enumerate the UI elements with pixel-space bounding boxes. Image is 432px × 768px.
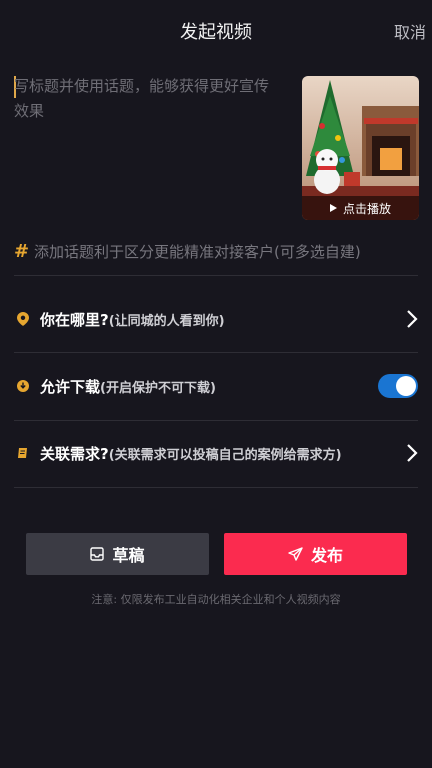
download-subtitle: (开启保护不可下载) bbox=[100, 380, 216, 396]
toggle-knob bbox=[396, 376, 416, 396]
publish-note: 注意: 仅限发布工业自动化相关企业和个人视频内容 bbox=[91, 593, 341, 606]
description-placeholder: 写标题并使用话题，能够获得更好宣传效果 bbox=[14, 77, 270, 120]
draft-button[interactable]: 草稿 bbox=[26, 533, 209, 575]
header-bar: 发起视频 取消 bbox=[0, 0, 432, 60]
download-title: 允许下载 bbox=[40, 377, 101, 396]
download-row: 允许下载 (开启保护不可下载) bbox=[14, 371, 418, 401]
send-icon bbox=[288, 547, 303, 561]
cancel-button[interactable]: 取消 bbox=[394, 19, 426, 43]
download-icon bbox=[14, 377, 32, 395]
publish-button[interactable]: 发布 bbox=[224, 533, 407, 575]
draft-label: 草稿 bbox=[112, 546, 145, 565]
play-icon bbox=[329, 204, 337, 212]
play-button[interactable]: 点击播放 bbox=[302, 196, 419, 220]
download-toggle[interactable] bbox=[378, 374, 418, 398]
demand-subtitle: (关联需求可以投稿自己的案例给需求方) bbox=[108, 447, 342, 463]
document-icon bbox=[14, 444, 32, 462]
chevron-right-icon bbox=[406, 309, 418, 333]
demand-row[interactable]: 关联需求? (关联需求可以投稿自己的案例给需求方) bbox=[14, 438, 418, 468]
location-subtitle: (让同城的人看到你) bbox=[108, 313, 225, 329]
divider bbox=[14, 275, 418, 276]
description-input[interactable]: 写标题并使用话题，能够获得更好宣传效果 bbox=[14, 74, 274, 174]
play-label: 点击播放 bbox=[342, 201, 391, 216]
page-title: 发起视频 bbox=[180, 22, 252, 43]
chevron-right-icon bbox=[406, 443, 418, 467]
location-pin-icon bbox=[14, 310, 32, 328]
video-thumbnail[interactable]: 点击播放 bbox=[302, 76, 419, 220]
hash-icon: # bbox=[14, 240, 30, 262]
publish-label: 发布 bbox=[310, 546, 343, 565]
divider bbox=[14, 487, 418, 488]
topic-placeholder: 添加话题利于区分更能精准对接客户(可多选自建) bbox=[34, 242, 361, 261]
divider bbox=[14, 420, 418, 421]
location-row[interactable]: 你在哪里? (让同城的人看到你) bbox=[14, 304, 418, 334]
topic-input[interactable]: # 添加话题利于区分更能精准对接客户(可多选自建) bbox=[14, 236, 418, 266]
draft-icon bbox=[90, 547, 105, 561]
demand-title: 关联需求? bbox=[40, 444, 109, 463]
divider bbox=[14, 352, 418, 353]
location-title: 你在哪里? bbox=[40, 310, 109, 329]
